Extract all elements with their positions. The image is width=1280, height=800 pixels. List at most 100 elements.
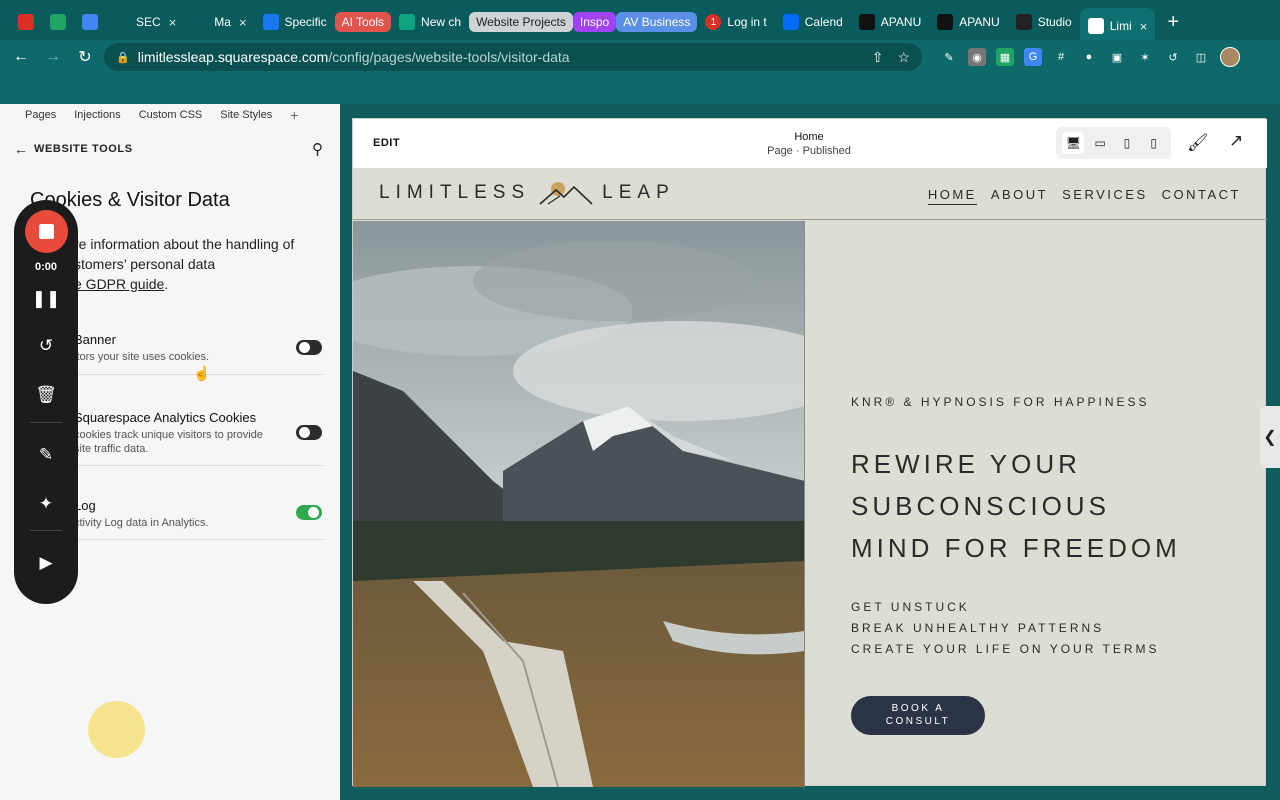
pen-icon[interactable]: ✎ — [34, 443, 58, 467]
forward-icon[interactable]: → — [40, 44, 66, 70]
browser-tab[interactable]: APANU — [851, 7, 929, 37]
tab-group-label[interactable]: Website Projects — [469, 12, 573, 32]
browser-tab[interactable]: Specific — [255, 7, 335, 37]
banner-toggle[interactable] — [296, 340, 322, 355]
setting-row-analytics-cookies: Squarespace Analytics Cookies cookies tr… — [74, 410, 324, 466]
gdpr-guide-link[interactable]: e GDPR guide — [74, 276, 164, 292]
subtab-pages[interactable]: Pages — [25, 109, 56, 121]
cursor-highlight — [88, 701, 145, 758]
bookmark-star-icon[interactable]: ☆ — [897, 49, 910, 66]
subtab-custom-css[interactable]: Custom CSS — [139, 109, 203, 121]
browser-tab[interactable]: Inspo — [572, 7, 617, 37]
profile-avatar[interactable] — [1220, 47, 1240, 67]
url-path: /config/pages/website-tools/visitor-data — [328, 49, 570, 65]
password-extension-icon[interactable]: ● — [1080, 48, 1098, 66]
magic-wand-icon[interactable]: ✦ — [34, 492, 58, 516]
tab-group-label[interactable]: Inspo — [572, 12, 617, 32]
restart-icon[interactable]: ↺ — [34, 334, 58, 358]
nav-services[interactable]: SERVICES — [1062, 187, 1148, 205]
logo-text-left: LIMITLESS — [379, 182, 531, 203]
tab-title: Limi — [1109, 19, 1132, 33]
reload-icon[interactable]: ↻ — [72, 44, 98, 70]
desc-period: . — [164, 276, 169, 292]
stop-recording-button[interactable] — [25, 210, 68, 253]
id-extension-icon[interactable]: ▣ — [1108, 48, 1126, 66]
badge-icon: 1 — [705, 14, 722, 30]
site-logo[interactable]: LIMITLESS LEAP — [379, 180, 675, 206]
benefit-line: BREAK UNHEALTHY PATTERNS — [851, 621, 1105, 635]
back-icon[interactable]: ← — [8, 44, 34, 70]
add-subtab-icon[interactable]: + — [290, 107, 298, 123]
desktop-view-icon[interactable]: 🖥 — [1062, 132, 1085, 154]
puzzle-extensions-icon[interactable]: ✶ — [1136, 48, 1154, 66]
subtab-injections[interactable]: Injections — [74, 109, 120, 121]
address-bar[interactable]: 🔒 limitlessleap.squarespace.com/config/p… — [104, 43, 922, 71]
tablet-portrait-icon[interactable]: ▯ — [1116, 132, 1138, 154]
browser-tab[interactable]: SEC × — [106, 7, 184, 37]
mobile-view-icon[interactable]: ▯ — [1143, 132, 1165, 154]
book-consult-button[interactable]: BOOK A CONSULT — [851, 696, 985, 735]
close-tab-icon[interactable]: × — [239, 15, 247, 30]
desc-line-2: stomers’ personal data — [74, 256, 216, 272]
screen-recorder-controls: 0:00 ❚❚ ↺ 🗑 ✎ ✦ ▶ — [14, 200, 78, 604]
activity-log-toggle[interactable] — [296, 505, 322, 520]
tab-group-label[interactable]: AI Tools — [334, 12, 392, 32]
close-tab-icon[interactable]: × — [169, 15, 177, 30]
eyedropper-extension-icon[interactable]: ✎ — [940, 48, 958, 66]
collapse-panel-chevron-icon[interactable]: ❮ — [1260, 406, 1280, 468]
sync-extension-icon[interactable]: ↺ — [1164, 48, 1182, 66]
grid-extension-icon[interactable]: ▦ — [996, 48, 1014, 66]
recording-timer: 0:00 — [34, 261, 58, 273]
translate-extension-icon[interactable]: G — [1024, 48, 1042, 66]
hash-extension-icon[interactable]: # — [1052, 48, 1070, 66]
search-icon[interactable]: ⚲ — [312, 140, 323, 158]
triangle-icon — [937, 14, 954, 30]
open-external-icon[interactable]: ↗ — [1229, 131, 1243, 151]
browser-tab[interactable] — [74, 7, 106, 37]
tablet-landscape-icon[interactable]: ▭ — [1089, 132, 1111, 154]
setting-desc: cookies track unique visitors to provide… — [74, 429, 263, 455]
browser-tab[interactable]: New ch — [391, 7, 469, 37]
camera-extension-icon[interactable]: ◉ — [968, 48, 986, 66]
trash-icon[interactable]: 🗑 — [34, 383, 58, 407]
setting-title: Banner — [74, 332, 116, 347]
tab-title: Calend — [804, 15, 843, 29]
browser-tab[interactable]: Calend — [775, 7, 851, 37]
nav-contact[interactable]: CONTACT — [1162, 187, 1241, 205]
gmail-icon — [18, 14, 34, 30]
nav-about[interactable]: ABOUT — [991, 187, 1048, 205]
setting-desc: itors your site uses cookies. — [74, 351, 210, 363]
nav-home[interactable]: HOME — [927, 187, 977, 205]
browser-tab[interactable]: Website Projects — [469, 7, 573, 37]
browser-tab[interactable] — [42, 7, 74, 37]
setting-row-activity-log: Log ctivity Log data in Analytics. — [74, 498, 324, 540]
browser-tab[interactable]: Studio — [1008, 7, 1080, 37]
new-tab-button[interactable]: + — [1155, 11, 1191, 34]
share-icon[interactable]: ⇧ — [872, 49, 884, 66]
pause-icon[interactable]: ❚❚ — [32, 287, 61, 311]
tab-title: Specific — [284, 15, 327, 29]
browser-tab[interactable]: AI Tools — [334, 7, 392, 37]
browser-tab[interactable] — [10, 7, 42, 37]
site-styles-brush-icon[interactable]: 🖌 — [1187, 133, 1209, 153]
browser-tab[interactable]: APANU — [929, 7, 1007, 37]
browser-tab[interactable]: Ma × — [184, 7, 254, 37]
subtab-site-styles[interactable]: Site Styles — [220, 109, 272, 121]
tab-group-label[interactable]: AV Business — [616, 12, 698, 32]
section-label[interactable]: WEBSITE TOOLS — [34, 143, 133, 155]
browser-tab[interactable]: Limi × — [1079, 8, 1156, 44]
panel-header: ← WEBSITE TOOLS ⚲ — [0, 126, 340, 162]
hero-benefits: GET UNSTUCK BREAK UNHEALTHY PATTERNS CRE… — [851, 597, 1159, 660]
close-tab-icon[interactable]: × — [1140, 19, 1148, 34]
browser-tab[interactable]: AV Business — [616, 7, 698, 37]
headline-line: SUBCONSCIOUS — [851, 491, 1110, 521]
page-info: Home Page · Published — [733, 130, 885, 158]
camera-icon[interactable]: ▶ — [34, 551, 58, 575]
hero-mountain-photo — [353, 221, 805, 787]
edit-button[interactable]: EDIT — [373, 137, 400, 149]
dot-icon — [114, 14, 130, 30]
browser-tab[interactable]: 1 Log in t — [697, 7, 774, 37]
sidepanel-icon[interactable]: ◫ — [1192, 48, 1210, 66]
back-arrow-icon[interactable]: ← — [14, 141, 28, 157]
analytics-cookies-toggle[interactable] — [296, 425, 322, 440]
